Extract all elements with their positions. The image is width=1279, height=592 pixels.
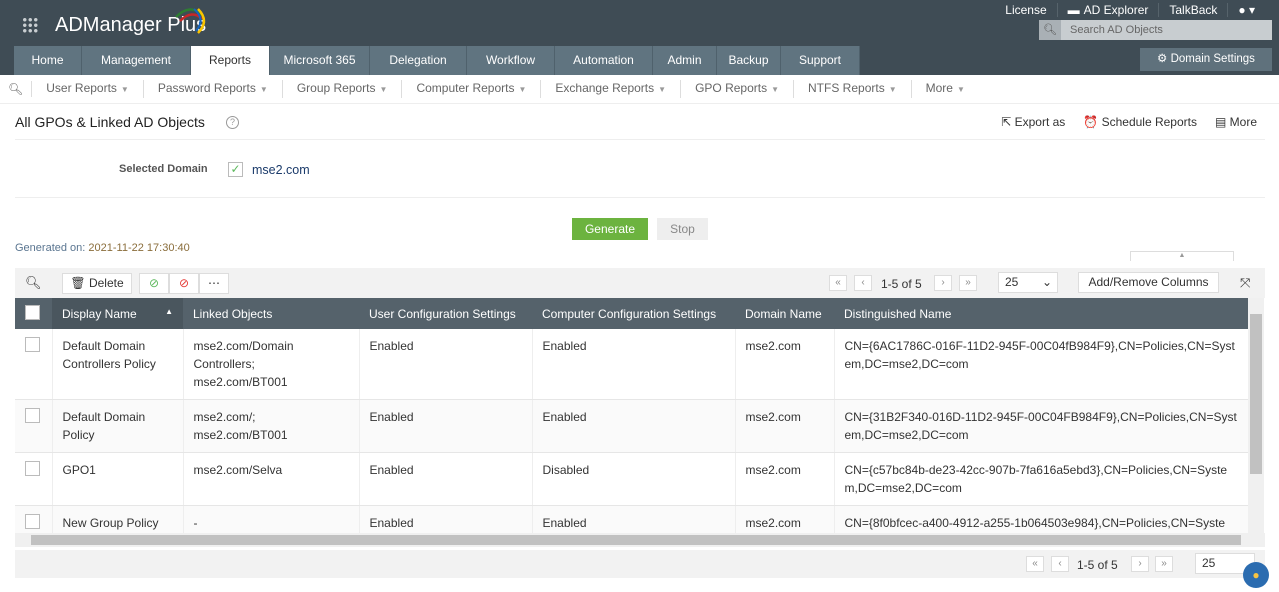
page-range: 1-5 of 5 [881,277,922,291]
delete-button[interactable]: 🗑 Delete [62,273,132,294]
domain-settings-button[interactable]: ⚙ Domain Settings [1140,48,1272,71]
search-icon[interactable]: 🔍︎ [1039,20,1061,40]
first-page-icon[interactable]: « [1026,556,1044,572]
report-actions: ⇱ Export as ⏰ Schedule Reports ▤ More [1001,115,1257,129]
tab-admin[interactable]: Admin [653,46,717,75]
row-checkbox[interactable] [25,461,40,476]
column-display-name[interactable]: Display Name ▲ [52,298,183,329]
row-checkbox[interactable] [25,408,40,423]
selected-domain-label: Selected Domain [119,163,208,175]
ad-explorer-link[interactable]: ▬ AD Explorer [1058,3,1160,17]
generated-on: Generated on: 2021-11-22 17:30:40 [15,242,190,254]
more-actions-button[interactable]: ▤ More [1215,115,1257,129]
horizontal-scrollbar[interactable] [15,533,1265,547]
sort-asc-icon: ▲ [165,306,173,316]
tab-automation[interactable]: Automation [555,46,653,75]
subnav-user-reports[interactable]: User Reports ▼ [32,80,144,98]
table-toolbar: 🔍︎ 🗑 Delete ⊘ ⊘ ⋯ « ‹ 1-5 of 5 › » 25 ⌄ A… [15,268,1265,298]
column-linked-objects[interactable]: Linked Objects [183,298,359,329]
divider [15,197,1265,198]
talkback-link[interactable]: TalkBack [1159,3,1229,17]
bottom-pager: « ‹ 1-5 of 5 › » 25 [15,550,1265,578]
chat-assistant-icon[interactable]: ● [1243,562,1269,588]
select-all-checkbox[interactable] [15,298,52,329]
table-search-icon[interactable]: 🔍︎ [25,275,42,291]
page-range: 1-5 of 5 [1077,558,1118,572]
tab-reports[interactable]: Reports [191,46,270,75]
next-page-icon[interactable]: › [934,275,952,291]
subnav-more[interactable]: More ▼ [912,80,979,98]
app-grid-icon[interactable] [22,17,38,33]
more-icon: ▤ [1214,115,1230,129]
gear-icon: ⚙ [1157,53,1171,65]
alarm-clock-icon: ⏰ [1083,115,1102,129]
domain-value[interactable]: mse2.com [252,163,310,177]
table-row[interactable]: Default Domain Policy mse2.com/; mse2.com… [15,399,1249,453]
domain-checkbox[interactable]: ✓ [228,162,243,177]
subnav-computer-reports[interactable]: Computer Reports ▼ [402,80,542,98]
license-link[interactable]: License [995,3,1058,17]
user-menu-icon[interactable]: ● ▾ [1228,3,1265,17]
add-remove-columns-button[interactable]: Add/Remove Columns [1078,272,1219,293]
subnav-group-reports[interactable]: Group Reports ▼ [283,80,403,98]
row-checkbox[interactable] [25,337,40,352]
page-title: All GPOs & Linked AD Objects [15,114,205,130]
help-icon[interactable]: ? [226,116,239,129]
collapse-handle[interactable]: ▲ [1130,251,1234,261]
table-row[interactable]: Default Domain Controllers Policy mse2.co… [15,329,1249,400]
folder-icon: ▬ [1067,3,1080,17]
tab-microsoft-365[interactable]: Microsoft 365 [270,46,370,75]
export-icon: ⇱ [1001,115,1015,129]
export-as-button[interactable]: ⇱ Export as [1001,115,1065,129]
last-page-icon[interactable]: » [959,275,977,291]
tab-management[interactable]: Management [82,46,191,75]
last-page-icon[interactable]: » [1155,556,1173,572]
search-reports-icon[interactable]: 🔍︎ [0,81,33,97]
top-links: License ▬ AD Explorer TalkBack ● ▾ [995,3,1265,17]
chevron-down-icon: ⌄ [1041,275,1052,289]
trash-icon: 🗑 [70,276,89,290]
stop-button[interactable]: Stop [657,218,708,240]
column-distinguished-name[interactable]: Distinguished Name [834,298,1248,329]
column-user-config[interactable]: User Configuration Settings [359,298,532,329]
first-page-icon[interactable]: « [829,275,847,291]
tab-support[interactable]: Support [781,46,860,75]
tab-workflow[interactable]: Workflow [467,46,555,75]
subnav-gpo-reports[interactable]: GPO Reports ▼ [681,80,795,98]
subnav-password-reports[interactable]: Password Reports ▼ [144,80,283,98]
column-computer-config[interactable]: Computer Configuration Settings [532,298,735,329]
logo-arc-icon [175,8,206,34]
table-row[interactable]: GPO1 mse2.com/Selva Enabled Disabled mse2.co… [15,452,1249,506]
prev-page-icon[interactable]: ‹ [854,275,872,291]
enable-icon[interactable]: ⊘ [139,273,169,294]
tab-delegation[interactable]: Delegation [370,46,467,75]
search-ad-objects[interactable]: 🔍︎ Search AD Objects [1039,20,1272,40]
main-tabs: Home Management Reports Microsoft 365 De… [14,46,860,75]
vertical-scrollbar[interactable] [1248,298,1264,533]
gpo-table: Display Name ▲ Linked Objects User Config… [15,298,1249,559]
fullscreen-icon[interactable]: ⤧ [1240,275,1250,291]
generate-button[interactable]: Generate [572,218,648,240]
search-input[interactable]: Search AD Objects [1061,20,1163,40]
divider [15,139,1265,140]
page-size-select[interactable]: 25 ⌄ [998,272,1058,293]
subnav-exchange-reports[interactable]: Exchange Reports ▼ [541,80,682,98]
next-page-icon[interactable]: › [1131,556,1149,572]
prev-page-icon[interactable]: ‹ [1051,556,1069,572]
disable-icon[interactable]: ⊘ [169,273,199,294]
schedule-reports-button[interactable]: ⏰ Schedule Reports [1083,115,1197,129]
report-subnav: 🔍︎ User Reports ▼ Password Reports ▼ Group… [0,75,1279,104]
more-options-button[interactable]: ⋯ [199,273,229,294]
tab-home[interactable]: Home [14,46,82,75]
tab-backup[interactable]: Backup [717,46,781,75]
column-domain-name[interactable]: Domain Name [735,298,834,329]
subnav-ntfs-reports[interactable]: NTFS Reports ▼ [794,80,912,98]
row-checkbox[interactable] [25,514,40,529]
